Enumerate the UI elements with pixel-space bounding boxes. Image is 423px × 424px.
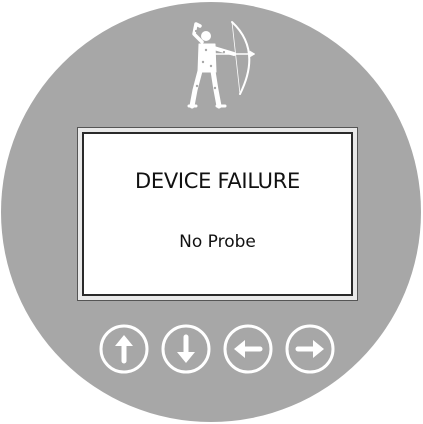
status-message: No Probe [179, 232, 256, 252]
device-housing: DEVICE FAILURE No Probe [1, 2, 421, 422]
arrow-up-icon [99, 324, 149, 374]
left-button[interactable] [222, 323, 274, 375]
arrow-down-icon [161, 324, 211, 374]
status-title: DEVICE FAILURE [135, 169, 300, 193]
arrow-right-icon [285, 324, 335, 374]
down-button[interactable] [160, 323, 212, 375]
arrow-left-icon [223, 324, 273, 374]
up-button[interactable] [98, 323, 150, 375]
archer-icon [187, 21, 256, 109]
display-bezel: DEVICE FAILURE No Probe [77, 127, 358, 301]
right-button[interactable] [284, 323, 336, 375]
display-screen: DEVICE FAILURE No Probe [82, 132, 353, 296]
